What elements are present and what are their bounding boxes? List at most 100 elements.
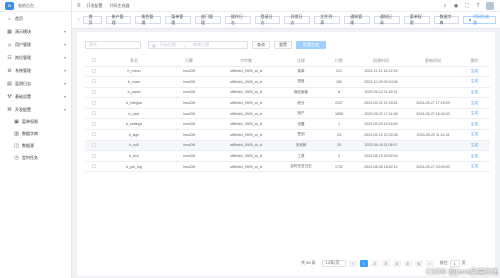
generate-link[interactable]: 生成 (471, 122, 478, 126)
calendar-icon: ▦ (152, 42, 156, 48)
row-checkbox[interactable] (92, 164, 96, 169)
date-end-placeholder: 结束日期 (193, 42, 210, 47)
sidebar-subitem[interactable]: ▣ 菜单权限 (0, 116, 71, 128)
sidebar-subitem-label: 数据字典 (22, 131, 38, 136)
tag-view-item[interactable]: 登录日志 (254, 14, 281, 25)
tag-view-item[interactable]: 菜单管理 (165, 14, 192, 25)
generate-link[interactable]: 生成 (471, 90, 478, 94)
table-cell (407, 87, 459, 99)
table-row: b_menu InnoDB utf8mb4_0900_ai_ci 菜单 221 2023-… (85, 66, 490, 78)
generate-link[interactable]: 生成 (471, 111, 478, 115)
tag-view-item[interactable]: 文件列表 (314, 14, 341, 25)
row-checkbox[interactable] (92, 111, 96, 116)
sidebar-item[interactable]: ▦ 演示模块 ▾ (0, 25, 71, 38)
select-all-checkbox[interactable] (92, 58, 96, 63)
row-checkbox[interactable] (92, 142, 96, 147)
table-cell: utf8mb4_0900_ai_ci (213, 118, 279, 131)
font-size-icon[interactable]: T (475, 3, 481, 9)
tag-view-item[interactable]: 异常日志 (284, 14, 311, 25)
generate-link[interactable]: 生成 (471, 132, 478, 136)
reset-button[interactable]: 重置 (274, 41, 292, 49)
table-name-input[interactable]: 表名 (85, 41, 141, 49)
row-select-cell (85, 118, 103, 131)
row-checkbox[interactable] (92, 121, 96, 126)
tag-view-item[interactable]: 首页 (82, 14, 102, 25)
table-cell: InnoDB (165, 76, 213, 88)
page-number-button[interactable]: 2 (370, 259, 379, 267)
goto-suffix: 页 (461, 260, 466, 265)
generate-link[interactable]: 生成 (471, 143, 478, 147)
search-icon[interactable]: ⌕ (442, 3, 448, 9)
table-cell: 1722 (323, 161, 355, 173)
sidebar-subitem[interactable]: ◷ 定时任务 (0, 152, 71, 164)
table-row: b_integral InnoDB utf8mb4_0900_ai_ci 积分 2137… (85, 97, 490, 109)
chevron-left-icon[interactable]: ‹ (78, 17, 80, 23)
sidebar-item-label: 用户管理 (15, 41, 31, 47)
sidebar-subitem[interactable]: ◫ 数据源 (0, 140, 71, 152)
page-number-button[interactable]: 3 (381, 259, 390, 267)
prev-page-button[interactable]: ‹ (348, 259, 357, 267)
batch-generate-button[interactable]: 批量生成 (296, 41, 326, 49)
tag-view-item[interactable]: 数据字典 (433, 14, 460, 25)
row-checkbox[interactable] (92, 79, 96, 84)
page-number-button[interactable]: 5 (403, 259, 412, 267)
sidebar-item[interactable]: ⚒ 基础设置 ▾ (0, 90, 71, 103)
chevron-down-icon: ▾ (63, 42, 66, 47)
breadcrumb-separator: / (105, 3, 107, 8)
page-number-button[interactable]: 1 (359, 259, 368, 267)
sidebar-item[interactable]: ⌂ 首页 (0, 12, 71, 25)
page-number-button[interactable]: 6 (414, 259, 423, 267)
table-cell: utf8mb4_0900_ai_ci (213, 87, 279, 99)
tag-view-item[interactable]: 操作日志 (224, 14, 251, 25)
next-page-button[interactable]: › (425, 259, 434, 267)
github-icon[interactable]: ◉ (453, 3, 459, 9)
tag-view-item[interactable]: 通知管理 (344, 14, 370, 25)
page-number-button[interactable]: 4 (392, 259, 401, 267)
sidebar-subitem[interactable]: ▥ 数据字典 (0, 128, 71, 140)
column-header: 操作 (459, 56, 490, 67)
goto-page-input[interactable]: 1 (449, 259, 460, 267)
generate-link[interactable]: 生成 (471, 101, 478, 105)
operation-cell: 生成 (459, 129, 490, 141)
sidebar-item[interactable]: ☺ 用户管理 ▾ (0, 38, 71, 51)
table-cell: b_panel (103, 87, 165, 99)
sidebar-item[interactable]: ☷ 岗位管理 ▾ (0, 51, 71, 64)
table-cell: 语音 (279, 76, 323, 88)
sidebar-item[interactable]: ⌘ 开发配置 ▾ (0, 103, 71, 116)
search-button[interactable]: 查询 (252, 41, 270, 49)
tag-view-item[interactable]: 通知记录 (373, 14, 400, 25)
tag-view-item[interactable]: 菜单权限 (403, 14, 430, 25)
tag-view-item[interactable]: 账户管理 (105, 14, 132, 25)
generate-link[interactable]: 生成 (471, 154, 478, 158)
hamburger-icon[interactable]: ≡ (77, 3, 81, 9)
page-size-select[interactable]: 10条/页 (321, 259, 346, 267)
breadcrumb-item[interactable]: 开发配置 (87, 3, 103, 9)
row-checkbox[interactable] (92, 153, 96, 158)
tag-view-item[interactable]: 角色管理 (135, 14, 162, 25)
operation-cell: 生成 (459, 118, 490, 131)
tag-view-item[interactable]: 代码生成器 (463, 14, 497, 25)
generate-link[interactable]: 生成 (471, 69, 478, 73)
row-checkbox[interactable] (92, 100, 96, 105)
tag-view-item[interactable]: 部门管理 (195, 14, 221, 25)
table-cell (407, 76, 459, 88)
row-checkbox[interactable] (92, 132, 96, 137)
sidebar-item[interactable]: ▤ 监测日志 ▾ (0, 77, 71, 90)
app-logo[interactable]: G 若依后台 (0, 0, 71, 12)
sidebar-item[interactable]: ⚙ 系统管理 ▾ (0, 64, 71, 77)
table-cell: b_job_log (103, 161, 165, 173)
operation-cell: 生成 (459, 161, 490, 173)
table-cell: InnoDB (165, 129, 213, 141)
goto-label: 前往 (439, 260, 448, 265)
row-checkbox[interactable] (92, 68, 96, 73)
date-range-picker[interactable]: ▦ 开始日期 - 结束日期 (148, 41, 248, 49)
table-cell: 2024-05-22 11:11:15 (407, 129, 459, 141)
generate-link[interactable]: 生成 (471, 164, 478, 168)
fullscreen-icon[interactable]: ⛶ (464, 3, 470, 9)
generate-link[interactable]: 生成 (471, 79, 478, 83)
avatar[interactable] (486, 2, 494, 10)
column-header: 注释 (279, 56, 323, 67)
sidebar: G 若依后台 ⌂ 首页 ▦ 演示模块 ▾ ☺ 用户管理 ▾ ☷ 岗位管理 ▾ ⚙ 系统管理 ▾ ▤ 监测日志 ▾… (0, 0, 72, 278)
row-checkbox[interactable] (92, 89, 96, 94)
table-cell: 2023-08-15 20:52:04 (355, 150, 407, 162)
